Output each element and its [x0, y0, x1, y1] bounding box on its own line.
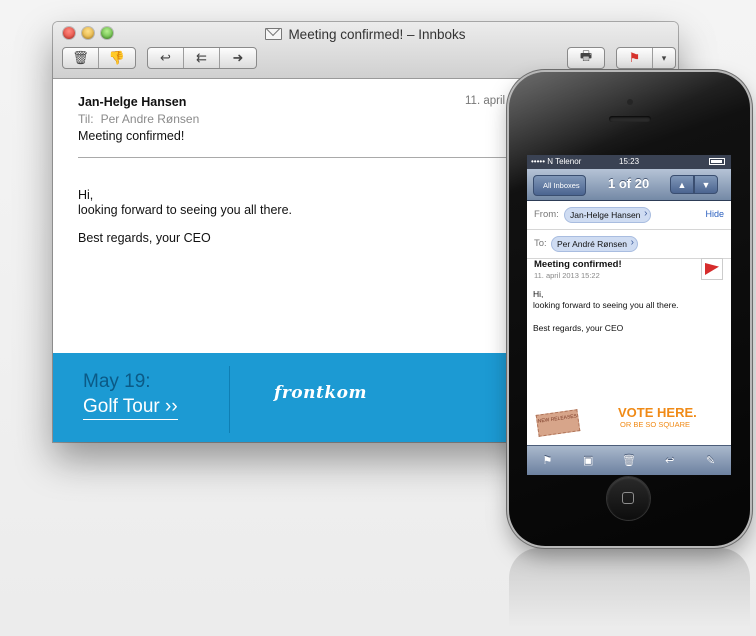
reply-icon: ↩ — [160, 50, 171, 65]
flag-icon[interactable]: ⚑ — [536, 454, 558, 467]
message-date: 11. april — [465, 95, 506, 107]
chevron-down-icon: ▾ — [661, 52, 667, 63]
golf-tour-link[interactable]: Golf Tour ›› — [83, 396, 178, 420]
arrow-down-icon: ▼ — [701, 180, 711, 190]
envelope-icon — [265, 28, 283, 40]
carrier-label: ••••• N Telenor — [531, 157, 582, 166]
reply-icon[interactable]: ↩ — [659, 454, 681, 467]
message-body: Hi, looking forward to seeing you all th… — [78, 188, 292, 246]
phone-signature: Best regards, your CEO — [533, 323, 624, 333]
phone-date: 11. april 2013 15:22 — [534, 271, 600, 280]
title-bar: Meeting confirmed! – Innboks 🗑 👎 ↩ ⇇ ➜ 🖶… — [53, 22, 678, 79]
phone-message-body: Hi, looking forward to seeing you all th… — [533, 289, 679, 334]
home-button[interactable] — [607, 477, 650, 520]
all-inboxes-button[interactable]: All Inboxes — [533, 175, 586, 196]
to-label: Til: — [78, 112, 94, 126]
window-title: Meeting confirmed! – Innboks — [53, 27, 678, 42]
flag-icon: ⚑ — [628, 50, 641, 65]
junk-button[interactable]: 👎 — [99, 48, 135, 68]
trash-icon: 🗑 — [72, 50, 89, 65]
clock: 15:23 — [619, 157, 640, 166]
reply-all-icon: ⇇ — [196, 50, 207, 65]
recipient-pill[interactable]: Per André Rønsen — [551, 236, 638, 252]
from-label: From: — [534, 209, 559, 220]
printer-icon: 🖶 — [579, 48, 593, 63]
greeting: Hi, — [78, 188, 94, 202]
recipient-name[interactable]: Per Andre Rønsen — [101, 112, 200, 126]
from-row: From: Jan-Helge Hansen Hide — [527, 201, 731, 230]
ticket-image: NEW RELEASES — [535, 409, 581, 437]
compose-icon[interactable]: ✎ — [700, 454, 722, 467]
flag-menu-button[interactable]: ▾ — [653, 48, 675, 68]
frontkom-logo: frontkom — [274, 383, 367, 403]
phone-toolbar: ⚑ ▣ 🗑 ↩ ✎ — [527, 445, 731, 475]
message-counter: 1 of 20 — [608, 176, 650, 191]
frontkom-flag-icon — [701, 258, 723, 280]
flag-button[interactable]: ⚑ — [617, 48, 653, 68]
phone-greeting: Hi, — [533, 289, 544, 299]
to-label-phone: To: — [534, 238, 547, 249]
reply-all-button[interactable]: ⇇ — [184, 48, 220, 68]
print-button[interactable]: 🖶 — [568, 48, 604, 68]
trash-icon[interactable]: 🗑 — [618, 454, 640, 467]
banner-date: May 19: — [83, 371, 151, 392]
phone-subject: Meeting confirmed! — [534, 259, 622, 270]
sender-pill[interactable]: Jan-Helge Hansen — [564, 207, 652, 223]
phone-body-line: looking forward to seeing you all there. — [533, 300, 679, 310]
next-message-button[interactable]: ▼ — [694, 175, 718, 194]
delete-junk-group: 🗑 👎 — [62, 47, 136, 69]
print-group: 🖶 — [567, 47, 605, 69]
delete-button[interactable]: 🗑 — [63, 48, 99, 68]
reply-group: ↩ ⇇ ➜ — [147, 47, 257, 69]
vote-subtitle: OR BE SO SQUARE — [620, 420, 691, 429]
flag-group: ⚑ ▾ — [616, 47, 676, 69]
signature: Best regards, your CEO — [78, 231, 211, 245]
folder-icon[interactable]: ▣ — [577, 454, 599, 467]
phone-nav-bar: All Inboxes 1 of 20 ▲ ▼ — [527, 169, 731, 201]
forward-icon: ➜ — [232, 50, 244, 65]
home-square-icon — [622, 492, 634, 504]
forward-button[interactable]: ➜ — [220, 48, 256, 68]
hide-link[interactable]: Hide — [705, 209, 724, 219]
battery-icon — [709, 158, 725, 165]
speaker-grille — [609, 116, 651, 122]
reply-button[interactable]: ↩ — [148, 48, 184, 68]
thumbs-down-icon: 👎 — [108, 50, 126, 65]
previous-message-button[interactable]: ▲ — [670, 175, 694, 194]
status-bar: ••••• N Telenor 15:23 — [527, 155, 731, 169]
camera-icon — [627, 99, 633, 105]
arrow-up-icon: ▲ — [677, 180, 687, 190]
vote-here-link[interactable]: VOTE HERE. — [618, 405, 697, 420]
phone-reflection — [509, 548, 750, 628]
banner-divider — [229, 366, 230, 433]
phone-screen: ••••• N Telenor 15:23 All Inboxes 1 of 2… — [527, 155, 731, 475]
body-line: looking forward to seeing you all there. — [78, 203, 293, 217]
to-row: To: Per André Rønsen — [527, 230, 731, 259]
